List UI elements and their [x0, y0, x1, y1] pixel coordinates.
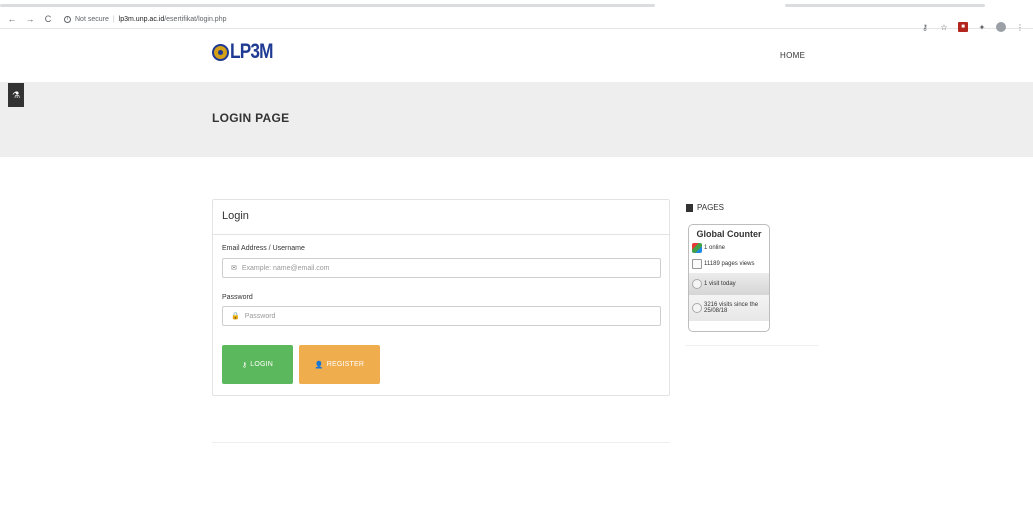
- pdf-extension-icon[interactable]: ■: [958, 22, 968, 32]
- counter-pages-views: 11189 pages views: [704, 261, 755, 267]
- global-counter-widget[interactable]: Global Counter 1 online 11189 pages view…: [688, 224, 770, 332]
- key-icon[interactable]: ⚷: [920, 22, 930, 32]
- nav-home-link[interactable]: HOME: [780, 51, 805, 60]
- forward-icon[interactable]: →: [24, 13, 36, 25]
- counter-visits-since: 3216 visits since the 25/08/18: [704, 302, 759, 314]
- login-panel: Login Email Address / Username ✉ Example…: [212, 199, 670, 396]
- clock-icon: [692, 279, 702, 289]
- info-icon[interactable]: i: [64, 15, 71, 23]
- email-field[interactable]: ✉ Example: name@email.com: [222, 258, 661, 278]
- envelope-icon: ✉: [231, 265, 237, 272]
- star-icon[interactable]: ☆: [939, 22, 949, 32]
- password-label: Password: [222, 294, 253, 301]
- page-icon: [692, 259, 702, 269]
- counter-title: Global Counter: [696, 229, 762, 239]
- url-host: lp3m.unp.ac.id: [118, 15, 165, 23]
- lock-icon: 🔒: [231, 313, 240, 320]
- file-icon: [686, 203, 693, 212]
- flask-icon[interactable]: ⚗: [8, 83, 24, 107]
- pages-heading-label: PAGES: [697, 203, 724, 212]
- login-button[interactable]: ⚷ LOGIN: [222, 345, 293, 384]
- calendar-icon: [692, 303, 702, 313]
- content-divider: [212, 442, 670, 443]
- reload-icon[interactable]: C: [42, 13, 54, 25]
- university-emblem-icon: [212, 43, 229, 61]
- page-banner: [0, 82, 1033, 157]
- url-field[interactable]: i Not secure | lp3m.unp.ac.id/esertifika…: [64, 15, 227, 23]
- counter-since-row: 3216 visits since the 25/08/18: [689, 295, 769, 321]
- register-button-label: REGISTER: [326, 361, 365, 368]
- email-label: Email Address / Username: [222, 245, 305, 252]
- tab-bar: [0, 4, 655, 7]
- key-icon: ⚷: [241, 361, 248, 369]
- counter-today-row: 1 visit today: [689, 273, 769, 295]
- password-placeholder: Password: [244, 312, 276, 320]
- counter-views-row: 11189 pages views: [689, 255, 769, 273]
- profile-avatar[interactable]: [996, 22, 1006, 32]
- logo-text: LP3M: [230, 40, 273, 63]
- online-users-icon: [692, 243, 702, 253]
- user-icon: 👤: [314, 361, 324, 369]
- password-field[interactable]: 🔒 Password: [222, 306, 661, 326]
- login-heading: Login: [213, 200, 669, 235]
- counter-visit-today: 1 visit today: [704, 281, 736, 287]
- sidebar-divider: [686, 345, 818, 346]
- counter-online: 1 online: [704, 245, 726, 251]
- browser-tabstrip: [0, 0, 1033, 10]
- register-button[interactable]: 👤 REGISTER: [299, 345, 380, 384]
- browser-toolbar-right: ⚷ ☆ ■ ✦ ⋮: [920, 22, 1025, 32]
- page-title: LOGIN PAGE: [212, 111, 290, 125]
- back-icon[interactable]: ←: [6, 13, 18, 25]
- login-button-label: LOGIN: [250, 361, 274, 368]
- counter-online-row: 1 online: [689, 241, 769, 255]
- menu-icon[interactable]: ⋮: [1015, 22, 1025, 32]
- url-separator: |: [112, 15, 115, 23]
- address-bar: ← → C i Not secure | lp3m.unp.ac.id/eser…: [0, 10, 1033, 32]
- email-placeholder: Example: name@email.com: [241, 264, 330, 272]
- security-label: Not secure: [75, 15, 109, 23]
- url-path: /esertifikat/login.php: [164, 15, 227, 23]
- tab-bar-right: [785, 4, 985, 7]
- pages-heading: PAGES: [686, 203, 724, 212]
- extensions-icon[interactable]: ✦: [977, 22, 987, 32]
- site-logo[interactable]: LP3M: [212, 40, 282, 64]
